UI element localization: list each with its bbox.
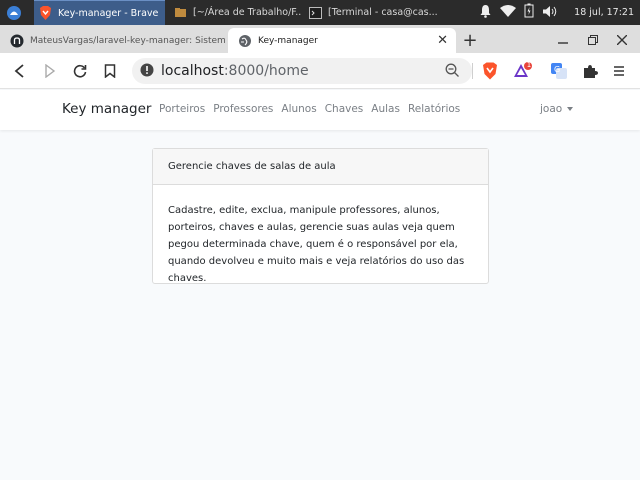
nav-link-porteiros[interactable]: Porteiros [159,103,205,115]
bookmark-icon[interactable] [100,61,120,81]
task-terminal[interactable]: [Terminal - casa@cas... [304,0,439,25]
tab-github[interactable]: MateusVargas/laravel-key-manager: Sistem [0,28,228,53]
toolbar-separator [472,63,473,79]
card-header: Gerencie chaves de salas de aula [153,149,488,185]
task-label: [Terminal - casa@cas... [328,7,438,18]
tab-label: MateusVargas/laravel-key-manager: Sistem [30,35,226,46]
info-icon[interactable] [140,62,154,81]
browser-tab-strip: MateusVargas/laravel-key-manager: Sistem… [0,25,640,53]
terminal-icon [308,6,322,20]
card-body: Cadastre, edite, exclua, manipule profes… [168,205,465,284]
brave-icon [38,6,52,20]
wifi-icon[interactable] [500,3,517,22]
back-icon[interactable] [10,61,30,81]
globe-icon [238,34,252,48]
battery-icon[interactable] [524,3,534,22]
minimize-icon[interactable] [553,30,573,50]
task-file-manager[interactable]: [~/Área de Trabalho/F... [169,0,302,25]
tab-key-manager[interactable]: Key-manager ✕ [228,28,456,53]
user-name: joao [540,103,563,115]
svg-text:G: G [554,65,560,74]
task-label: [~/Área de Trabalho/F... [193,7,302,18]
tab-label: Key-manager [258,35,318,46]
nav-link-relatorios[interactable]: Relatórios [408,103,460,115]
folder-icon [173,6,187,20]
menu-icon[interactable] [609,61,629,81]
os-taskbar: Key-manager - Brave [~/Área de Trabalho/… [0,0,640,25]
brave-shields-icon[interactable] [480,61,500,81]
translate-icon[interactable]: G [549,61,569,81]
rewards-badge: 1 [526,61,532,69]
reload-icon[interactable] [70,61,90,81]
brave-rewards-icon[interactable]: 1 [513,61,533,81]
nav-link-aulas[interactable]: Aulas [371,103,400,115]
system-tray: 18 jul, 17:21 [479,0,640,25]
task-label: Key-manager - Brave [58,7,159,19]
app-navbar: Key manager Porteiros Professores Alunos… [0,90,640,130]
nav-link-alunos[interactable]: Alunos [281,103,316,115]
browser-toolbar: localhost:8000/home 1 G [0,53,640,89]
nav-links: Porteiros Professores Alunos Chaves Aula… [159,103,460,115]
extensions-puzzle-icon[interactable] [580,61,600,81]
forward-icon[interactable] [40,61,60,81]
restore-icon[interactable] [583,30,603,50]
caret-down-icon [567,107,574,111]
notification-bell-icon[interactable] [479,3,492,22]
new-tab-button[interactable]: + [460,30,480,51]
user-dropdown[interactable]: joao [540,103,574,115]
zoom-out-icon[interactable] [445,63,460,82]
app-brand[interactable]: Key manager [62,101,151,117]
github-icon [10,34,24,48]
task-brave[interactable]: Key-manager - Brave [34,0,165,25]
address-bar[interactable]: localhost:8000/home [132,58,472,84]
tab-close-icon[interactable]: ✕ [437,33,448,48]
info-card: Gerencie chaves de salas de aula Cadastr… [152,148,489,284]
nav-link-professores[interactable]: Professores [213,103,273,115]
volume-icon[interactable] [542,3,558,22]
nav-link-chaves[interactable]: Chaves [325,103,364,115]
url-text: localhost:8000/home [161,63,309,79]
whisker-menu-icon[interactable] [0,0,28,25]
close-window-icon[interactable] [612,30,632,50]
clock[interactable]: 18 jul, 17:21 [574,7,634,18]
